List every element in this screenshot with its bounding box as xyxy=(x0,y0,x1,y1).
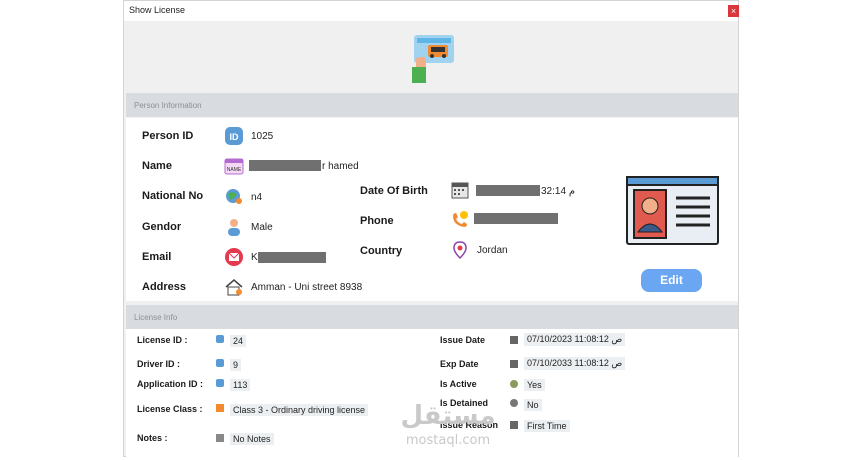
calendar-icon xyxy=(451,182,469,199)
phone-label: Phone xyxy=(360,215,394,227)
email-redaction xyxy=(258,252,326,263)
license-info-title: License Info xyxy=(134,313,178,322)
window-title: Show License xyxy=(129,5,186,15)
person-info-title: Person Information xyxy=(134,101,202,110)
exp-date-label: Exp Date xyxy=(440,359,479,369)
national-no-label: National No xyxy=(142,190,204,202)
country-label: Country xyxy=(360,245,403,257)
person-id-label: Person ID xyxy=(142,130,194,142)
profile-card-icon xyxy=(626,176,719,245)
license-class-label: License Class : xyxy=(137,404,203,414)
id-small-icon xyxy=(216,359,224,367)
country-value: Jordan xyxy=(477,245,508,256)
id-small-icon xyxy=(216,379,224,387)
dob-label: Date Of Birth xyxy=(360,185,428,197)
email-value: K xyxy=(251,252,258,263)
male-user-icon xyxy=(228,219,240,236)
license-class-icon xyxy=(216,404,224,412)
edit-button[interactable]: Edit xyxy=(641,269,702,292)
notes-label: Notes : xyxy=(137,433,168,443)
phone-icon xyxy=(453,211,468,227)
svg-text:NAME: NAME xyxy=(227,167,242,173)
show-license-window: Show License × Person Information Person… xyxy=(123,0,739,457)
location-pin-icon xyxy=(453,241,467,260)
license-id-label: License ID : xyxy=(137,335,188,345)
close-button[interactable]: × xyxy=(728,5,739,17)
globe-icon xyxy=(226,189,242,204)
person-id-value: 1025 xyxy=(251,131,274,142)
national-no-value: n4 xyxy=(251,192,263,203)
title-bar: Show License × xyxy=(124,1,739,21)
phone-redaction xyxy=(474,213,558,224)
house-location-icon xyxy=(225,279,243,296)
id-icon: ID xyxy=(225,127,243,145)
license-id-value: 24 xyxy=(230,335,247,347)
address-value: Amman - Uni street 8938 xyxy=(251,282,363,293)
svg-text:مستقل: مستقل xyxy=(400,401,495,431)
license-info-band: License Info xyxy=(126,305,738,329)
is-active-label: Is Active xyxy=(440,379,477,389)
gender-label: Gendor xyxy=(142,221,182,233)
calendar-small-icon xyxy=(510,336,518,344)
dob-redaction xyxy=(476,185,540,196)
exp-date-value: 07/10/2033 11:08:12 ص xyxy=(524,357,626,370)
application-id-value: 113 xyxy=(230,379,251,391)
notes-icon xyxy=(216,434,224,442)
mostaql-watermark: مستقل mostaql.com xyxy=(400,401,495,448)
email-icon xyxy=(225,248,243,266)
email-label: Email xyxy=(142,251,172,263)
notes-value: No Notes xyxy=(230,433,274,445)
person-info-band: Person Information xyxy=(126,93,738,117)
svg-text:ID: ID xyxy=(230,132,240,142)
name-label: Name xyxy=(142,160,172,172)
name-redaction xyxy=(249,160,321,171)
issue-date-label: Issue Date xyxy=(440,335,486,345)
svg-text:mostaql.com: mostaql.com xyxy=(406,433,490,448)
id-small-icon xyxy=(216,335,224,343)
issue-reason-value: First Time xyxy=(524,420,570,432)
is-active-value: Yes xyxy=(524,379,545,391)
address-label: Address xyxy=(142,281,187,293)
name-tag-icon: NAME xyxy=(224,158,244,175)
license-class-value: Class 3 - Ordinary driving license xyxy=(230,404,369,416)
driver-id-value: 9 xyxy=(230,359,242,371)
is-detained-value: No xyxy=(524,399,542,411)
issue-date-value: 07/10/2023 11:08:12 ص xyxy=(524,333,626,346)
name-value: r hamed xyxy=(322,161,359,172)
calendar-small-icon xyxy=(510,360,518,368)
driver-id-label: Driver ID : xyxy=(137,359,181,369)
application-id-label: Application ID : xyxy=(137,379,203,389)
active-icon xyxy=(510,380,518,388)
dob-value: 32:14 م xyxy=(541,186,576,197)
gender-value: Male xyxy=(251,222,273,233)
license-card-hand-icon xyxy=(412,35,454,83)
